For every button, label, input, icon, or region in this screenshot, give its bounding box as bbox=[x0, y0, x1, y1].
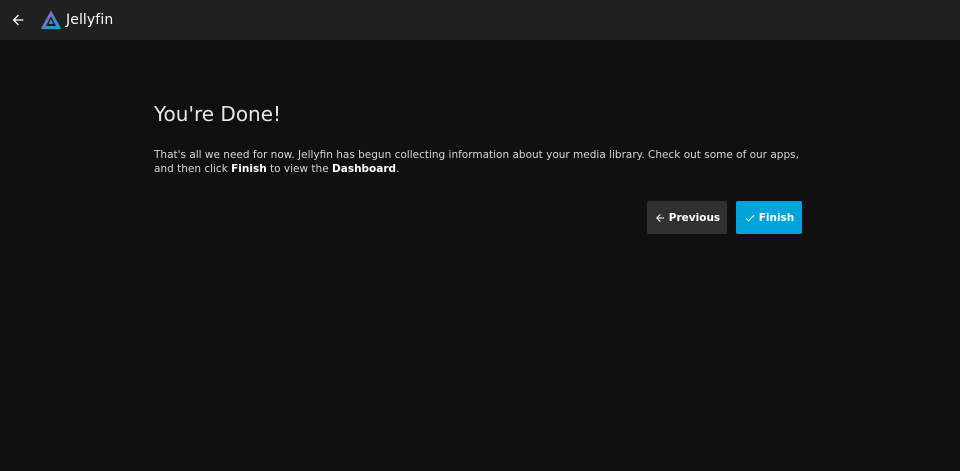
description-text-3: . bbox=[396, 163, 400, 175]
arrow-left-icon bbox=[654, 212, 666, 224]
finish-emphasis: Finish bbox=[231, 163, 267, 175]
finish-button[interactable]: Finish bbox=[736, 201, 802, 234]
dashboard-emphasis: Dashboard bbox=[332, 163, 397, 175]
check-icon bbox=[744, 212, 756, 224]
previous-button-label: Previous bbox=[668, 211, 721, 224]
previous-button[interactable]: Previous bbox=[647, 201, 727, 234]
jellyfin-logo[interactable]: Jellyfin bbox=[40, 9, 113, 31]
arrow-left-icon bbox=[12, 14, 24, 26]
app-name: Jellyfin bbox=[66, 12, 114, 28]
wizard-actions: Previous Finish bbox=[647, 201, 802, 234]
app-header: Jellyfin bbox=[0, 0, 960, 40]
finish-button-label: Finish bbox=[758, 211, 795, 224]
jellyfin-logo-icon bbox=[40, 9, 62, 31]
page-title: You're Done! bbox=[154, 102, 282, 126]
back-button[interactable] bbox=[0, 0, 36, 40]
finish-description: That's all we need for now. Jellyfin has… bbox=[154, 148, 804, 176]
wizard-finish-page: You're Done! That's all we need for now.… bbox=[154, 100, 804, 176]
description-text-2: to view the bbox=[266, 163, 333, 175]
